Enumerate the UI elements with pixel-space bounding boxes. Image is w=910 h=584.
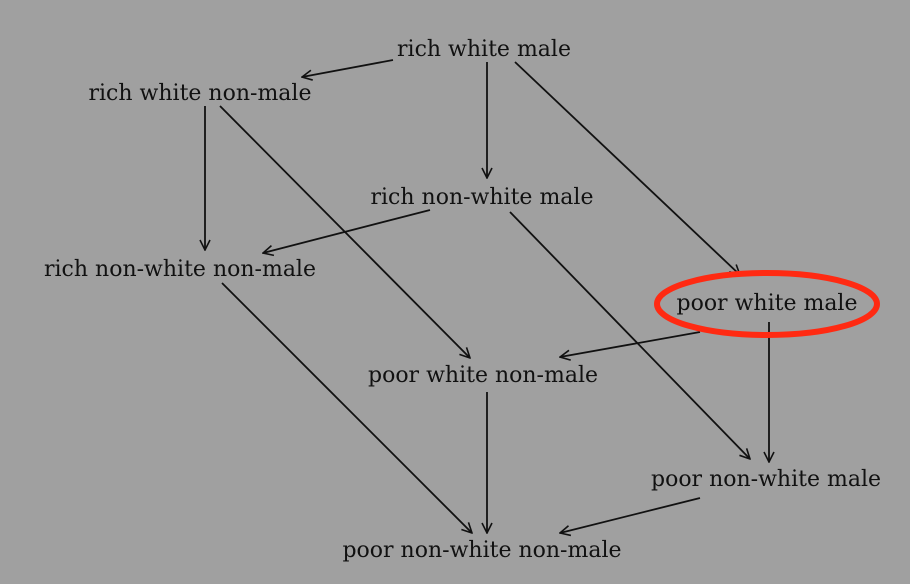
edge-rwm-to-rwnm xyxy=(302,59,394,77)
node-rwnm: rich white non-male xyxy=(89,81,312,106)
node-rnwnm: rich non-white non-male xyxy=(44,257,316,282)
edge-rwm-to-pwm xyxy=(514,61,740,275)
edge-rnwm-to-pnwm xyxy=(509,211,750,459)
node-pnwm: poor non-white male xyxy=(651,467,881,492)
node-pwm: poor white male xyxy=(676,291,857,316)
nodes-layer: rich white male rich white non-male rich n… xyxy=(44,37,881,563)
node-rwm: rich white male xyxy=(397,37,571,62)
edge-rnwnm-to-pnwnm xyxy=(221,282,472,533)
node-pwnm: poor white non-male xyxy=(368,363,598,388)
diagram-canvas: rich white male rich white non-male rich n… xyxy=(0,0,910,584)
edge-pnwm-to-pnwnm xyxy=(560,497,701,533)
edge-rnwm-to-rnwnm xyxy=(263,209,431,253)
node-pnwnm: poor non-white non-male xyxy=(342,538,621,563)
node-rnwm: rich non-white male xyxy=(371,185,594,210)
privilege-lattice-diagram: rich white male rich white non-male rich n… xyxy=(44,37,881,563)
